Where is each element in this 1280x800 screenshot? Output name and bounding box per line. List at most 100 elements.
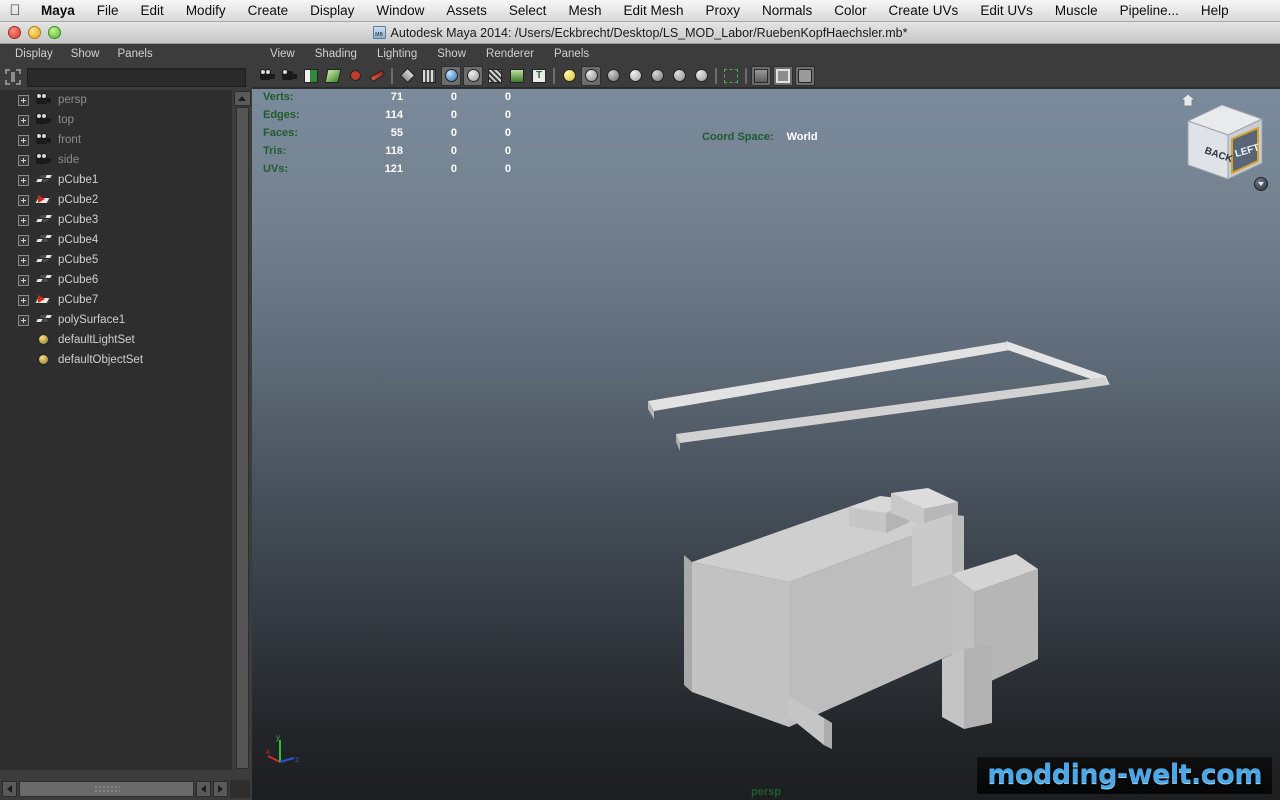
- expander-toggle[interactable]: [18, 114, 29, 126]
- expander-toggle[interactable]: [18, 294, 29, 306]
- expander-toggle[interactable]: [18, 154, 29, 166]
- outliner-vertical-scrollbar[interactable]: [232, 90, 252, 770]
- filmgate-icon[interactable]: [419, 66, 439, 86]
- outliner-item-pcube4[interactable]: pCube4: [0, 230, 232, 250]
- viewport-menu-shading[interactable]: Shading: [305, 44, 367, 64]
- resolution-gate-icon[interactable]: [345, 66, 365, 86]
- hardware-fog-icon[interactable]: [669, 66, 689, 86]
- wireframe-on-shaded-icon[interactable]: [485, 66, 505, 86]
- vertical-scroll-thumb[interactable]: [235, 107, 249, 769]
- viewport-menu-show[interactable]: Show: [427, 44, 476, 64]
- scroll-left-button-2[interactable]: [196, 781, 211, 797]
- triangle-up-icon: [238, 96, 246, 101]
- outliner-item-defaultobjectset[interactable]: defaultObjectSet: [0, 350, 232, 370]
- expander-toggle[interactable]: [18, 134, 29, 146]
- expander-toggle[interactable]: [18, 234, 29, 246]
- paint-icon[interactable]: [367, 66, 387, 86]
- model-geometry[interactable]: [252, 89, 1280, 800]
- apple-logo-icon[interactable]: : [0, 3, 30, 18]
- menu-item-maya[interactable]: Maya: [30, 0, 86, 22]
- menu-item-select[interactable]: Select: [498, 0, 558, 22]
- menu-item-create[interactable]: Create: [237, 0, 300, 22]
- outliner-menu-display[interactable]: Display: [6, 44, 62, 64]
- isolate-select-icon[interactable]: [721, 66, 741, 86]
- outliner-item-side[interactable]: side: [0, 150, 232, 170]
- viewport-canvas[interactable]: Verts: 71 0 0 Edges: 114 0 0 Faces: 55 0 0 Tris: 118 0…: [252, 89, 1280, 800]
- outliner-item-defaultlightset[interactable]: defaultLightSet: [0, 330, 232, 350]
- outliner-tree[interactable]: persp top front side pCube1 pCube2 pCube3 pCube…: [0, 90, 232, 770]
- frame-all-icon[interactable]: [773, 65, 793, 86]
- select-camera-icon[interactable]: [257, 66, 277, 86]
- outliner-horizontal-scrollbar[interactable]: [0, 778, 252, 800]
- outliner-item-front[interactable]: front: [0, 130, 232, 150]
- outliner-item-pcube1[interactable]: pCube1: [0, 170, 232, 190]
- viewport-menu-panels[interactable]: Panels: [544, 44, 599, 64]
- zoom-button[interactable]: [48, 26, 61, 39]
- hud-stat-sub: 0: [504, 163, 511, 175]
- search-input[interactable]: [27, 67, 246, 87]
- outliner-item-polysurface1[interactable]: polySurface1: [0, 310, 232, 330]
- expander-toggle[interactable]: [18, 174, 29, 186]
- text-icon[interactable]: T: [529, 66, 549, 86]
- menu-item-edit-uvs[interactable]: Edit UVs: [969, 0, 1044, 22]
- flat-shade-icon[interactable]: [463, 65, 483, 86]
- menu-item-proxy[interactable]: Proxy: [694, 0, 751, 22]
- ao-icon[interactable]: [625, 66, 645, 86]
- shadow-icon[interactable]: [603, 66, 623, 86]
- outliner-menu-show[interactable]: Show: [62, 44, 109, 64]
- expander-toggle[interactable]: [18, 194, 29, 206]
- image-plane-icon[interactable]: [323, 66, 343, 86]
- menu-item-pipeline[interactable]: Pipeline...: [1109, 0, 1190, 22]
- glyph: [422, 68, 436, 83]
- outliner-item-pcube2[interactable]: pCube2: [0, 190, 232, 210]
- menu-item-muscle[interactable]: Muscle: [1044, 0, 1109, 22]
- viewport-menu-renderer[interactable]: Renderer: [476, 44, 544, 64]
- menu-item-edit[interactable]: Edit: [130, 0, 175, 22]
- scroll-right-button[interactable]: [213, 781, 228, 797]
- outliner-item-persp[interactable]: persp: [0, 90, 232, 110]
- expander-toggle[interactable]: [18, 314, 29, 326]
- outliner-item-pcube6[interactable]: pCube6: [0, 270, 232, 290]
- xray-icon[interactable]: [559, 66, 579, 86]
- wireframe-icon[interactable]: [397, 66, 417, 86]
- view-cube[interactable]: BACK LEFT: [1170, 91, 1274, 197]
- viewport-menu-lighting[interactable]: Lighting: [367, 44, 427, 64]
- grid-icon[interactable]: [751, 65, 771, 86]
- scroll-left-button[interactable]: [2, 781, 17, 797]
- filter-icon[interactable]: [4, 68, 22, 86]
- menu-item-file[interactable]: File: [86, 0, 130, 22]
- menu-item-normals[interactable]: Normals: [751, 0, 823, 22]
- close-button[interactable]: [8, 26, 21, 39]
- scroll-up-button[interactable]: [233, 91, 251, 106]
- bookmark-icon[interactable]: [301, 66, 321, 86]
- share-icon[interactable]: [795, 65, 815, 86]
- smooth-shade-icon[interactable]: [441, 65, 461, 86]
- expander-toggle[interactable]: [18, 274, 29, 286]
- menu-item-create-uvs[interactable]: Create UVs: [878, 0, 970, 22]
- outliner-item-pcube7[interactable]: pCube7: [0, 290, 232, 310]
- menu-item-modify[interactable]: Modify: [175, 0, 237, 22]
- menu-item-window[interactable]: Window: [365, 0, 435, 22]
- select-region-icon[interactable]: [691, 66, 711, 86]
- menu-item-mesh[interactable]: Mesh: [557, 0, 612, 22]
- horizontal-scroll-thumb[interactable]: [19, 781, 194, 797]
- light-icon[interactable]: [581, 65, 601, 86]
- view-cube-menu-button[interactable]: [1254, 177, 1268, 191]
- menu-item-edit-mesh[interactable]: Edit Mesh: [612, 0, 694, 22]
- outliner-item-pcube3[interactable]: pCube3: [0, 210, 232, 230]
- expander-toggle[interactable]: [18, 254, 29, 266]
- menu-item-display[interactable]: Display: [299, 0, 365, 22]
- menu-item-help[interactable]: Help: [1190, 0, 1240, 22]
- menu-item-color[interactable]: Color: [823, 0, 877, 22]
- outliner-menu-panels[interactable]: Panels: [109, 44, 162, 64]
- camera-attributes-icon[interactable]: [279, 66, 299, 86]
- outliner-item-pcube5[interactable]: pCube5: [0, 250, 232, 270]
- minimize-button[interactable]: [28, 26, 41, 39]
- menu-item-assets[interactable]: Assets: [435, 0, 498, 22]
- motionblur-icon[interactable]: [647, 66, 667, 86]
- texture-icon[interactable]: [507, 66, 527, 86]
- viewport-menu-view[interactable]: View: [260, 44, 305, 64]
- expander-toggle[interactable]: [18, 94, 29, 106]
- outliner-item-top[interactable]: top: [0, 110, 232, 130]
- expander-toggle[interactable]: [18, 214, 29, 226]
